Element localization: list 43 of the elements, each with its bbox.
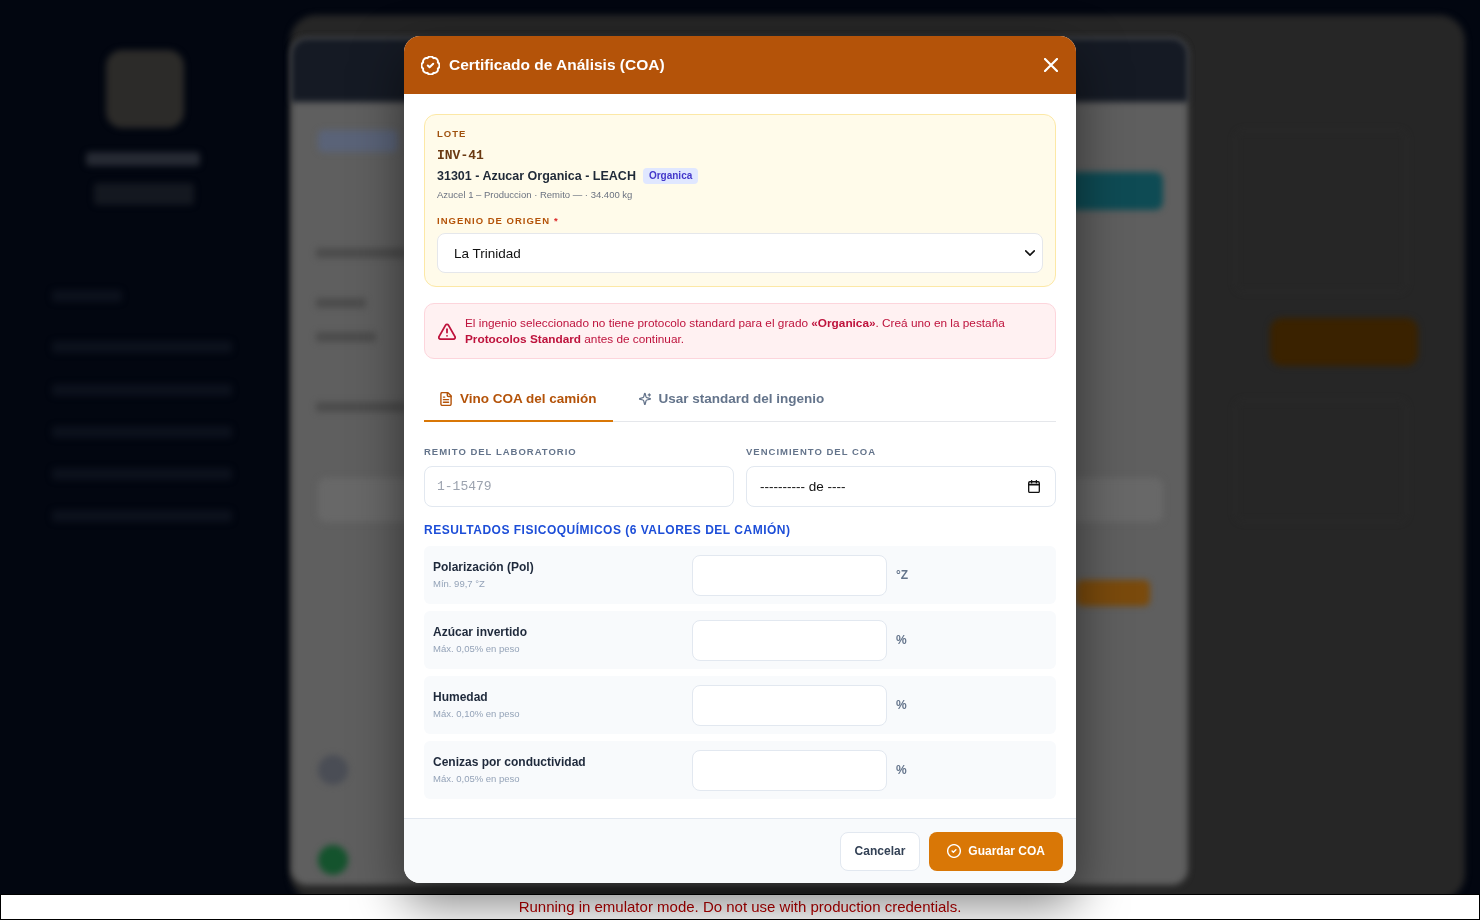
field-label: VENCIMIENTO DEL COA — [746, 446, 878, 458]
alert-message: El ingenio seleccionado no tiene protocolo standard para el grado «Organica». Creá uno en la pestaña Protocolos Standard antes de continuar. — [465, 315, 1006, 347]
origin-select[interactable]: La Trinidad — [437, 233, 1043, 273]
sparkles-icon — [638, 392, 651, 406]
tab[interactable]: Usar standard del ingenio — [622, 375, 841, 422]
lot-label: LOTE — [437, 128, 468, 140]
text-input[interactable]: 1-15479 — [424, 466, 734, 507]
badge-check-icon — [421, 55, 440, 75]
field-label: REMITO DEL LABORATORIO — [424, 446, 578, 458]
value-input[interactable] — [692, 684, 887, 726]
unit-label: °Z — [896, 568, 909, 582]
result-limit: Máx. 0,05% en peso — [433, 642, 520, 655]
tab[interactable]: Vino COA del camión — [424, 375, 613, 422]
result-name: Cenizas por conductividad — [433, 755, 586, 770]
dialog-title: Certificado de Análisis (COA) — [449, 56, 666, 74]
result-name: Azúcar invertido — [433, 625, 528, 640]
product-name: 31301 - Azucar Organica - LEACH — [437, 168, 636, 185]
unit-label: % — [896, 763, 907, 777]
close-icon — [1044, 58, 1058, 72]
value-input[interactable] — [692, 619, 887, 661]
lot-code: INV-41 — [437, 148, 485, 164]
result-name: Humedad — [433, 690, 488, 705]
result-limit: Máx. 0,05% en peso — [433, 772, 520, 785]
document-icon — [440, 392, 452, 406]
result-name: Polarización (Pol) — [433, 560, 534, 575]
date-field[interactable]: ---------- de ---- — [746, 466, 1056, 507]
unit-label: % — [896, 633, 907, 647]
required-mark: * — [554, 215, 558, 227]
result-limit: Mín. 99,7 °Z — [433, 577, 485, 590]
calendar-icon — [1028, 480, 1040, 493]
origin-label: INGENIO DE ORIGEN — [437, 215, 551, 227]
emulator-warning-banner: Running in emulator mode. Do not use with production credentials. — [0, 894, 1480, 920]
close-button[interactable] — [1044, 58, 1058, 72]
result-limit: Máx. 0,10% en peso — [433, 707, 520, 720]
lot-details: Azucel 1 – Produccion · Remito — · 34.400 kg — [437, 188, 634, 201]
warning-icon — [438, 322, 456, 340]
unit-label: % — [896, 698, 907, 712]
chevron-down-icon — [1025, 250, 1035, 256]
cancel-button[interactable]: Cancelar — [839, 831, 921, 871]
section-heading: RESULTADOS FISICOQUÍMICOS (6 VALORES DEL CAMIÓN) — [424, 522, 792, 538]
value-input[interactable] — [692, 554, 887, 596]
grade-badge: Organica — [642, 168, 699, 184]
value-input[interactable] — [692, 749, 887, 791]
